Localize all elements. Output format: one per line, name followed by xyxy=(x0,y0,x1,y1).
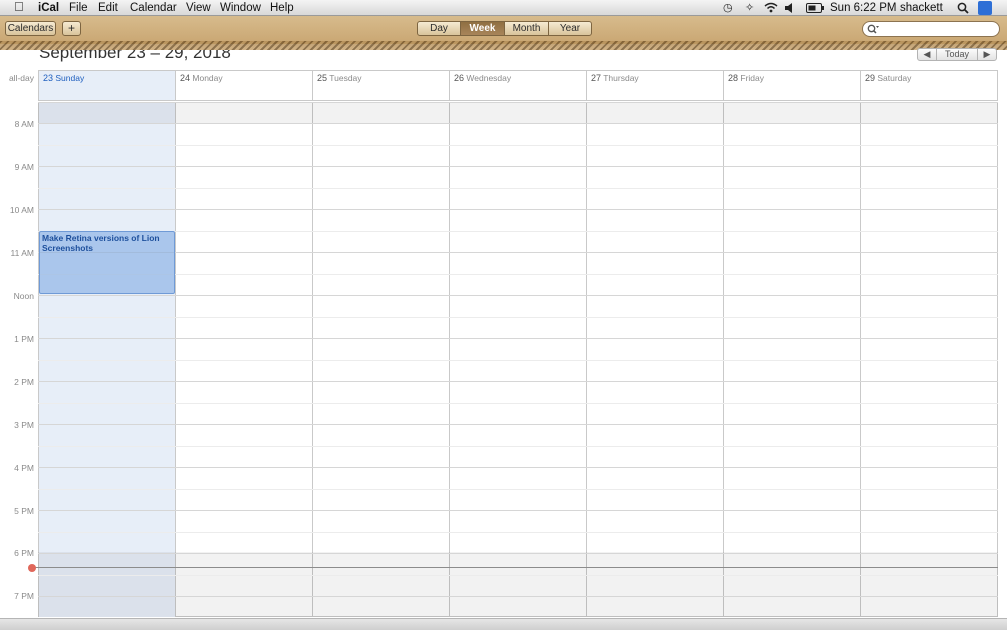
hour-line xyxy=(38,166,998,167)
spotlight-icon[interactable] xyxy=(957,2,969,14)
bluetooth-icon[interactable]: ✧ xyxy=(745,1,754,15)
half-hour-line xyxy=(38,274,998,275)
time-label-2pm: 2 PM xyxy=(14,377,34,387)
hour-line xyxy=(38,338,998,339)
hour-line xyxy=(38,467,998,468)
time-label-5pm: 5 PM xyxy=(14,506,34,516)
add-event-button[interactable]: + xyxy=(62,21,81,36)
hour-line xyxy=(38,553,998,554)
half-hour-line xyxy=(38,231,998,232)
off-hours-morning xyxy=(38,102,998,123)
calendars-button[interactable]: Calendars xyxy=(5,21,56,36)
day-name: Wednesday xyxy=(466,73,512,83)
time-machine-icon[interactable]: ◷ xyxy=(723,1,733,15)
hour-line xyxy=(38,102,998,103)
view-month-button[interactable]: Month xyxy=(504,21,549,36)
hour-line xyxy=(38,596,998,597)
menu-window[interactable]: Window xyxy=(220,1,261,15)
toolbar-stitching xyxy=(0,41,1007,50)
hour-line xyxy=(38,252,998,253)
view-day-button[interactable]: Day xyxy=(417,21,461,36)
time-label-noon: Noon xyxy=(13,291,34,301)
day-number: 26 xyxy=(454,73,465,83)
half-hour-line xyxy=(38,317,998,318)
time-label-1pm: 1 PM xyxy=(14,334,34,344)
half-hour-line xyxy=(38,145,998,146)
half-hour-line xyxy=(38,446,998,447)
hour-line xyxy=(38,424,998,425)
hour-line xyxy=(38,295,998,296)
view-switcher: Day Week Month Year xyxy=(417,21,592,36)
day-header-wednesday[interactable]: 26 Wednesday xyxy=(449,70,587,101)
day-number: 23 xyxy=(43,73,54,83)
day-header-saturday[interactable]: 29 Saturday xyxy=(860,70,998,101)
time-label-6pm: 6 PM xyxy=(14,548,34,558)
day-number: 27 xyxy=(591,73,602,83)
menu-user[interactable]: shackett xyxy=(900,1,943,15)
time-label-8am: 8 AM xyxy=(14,119,34,129)
day-name: Saturday xyxy=(877,73,912,83)
day-number: 29 xyxy=(865,73,876,83)
current-time-line xyxy=(33,567,998,568)
menu-app-name[interactable]: iCal xyxy=(38,1,59,15)
apple-menu-icon[interactable]:  xyxy=(14,0,24,14)
week-grid[interactable] xyxy=(38,102,998,617)
day-name: Monday xyxy=(192,73,223,83)
search-input[interactable] xyxy=(862,21,1000,37)
time-label-11am: 11 AM xyxy=(10,248,34,258)
hour-line xyxy=(38,510,998,511)
half-hour-line xyxy=(38,489,998,490)
hour-line xyxy=(38,209,998,210)
day-name: Tuesday xyxy=(329,73,362,83)
time-label-9am: 9 AM xyxy=(14,162,34,172)
volume-icon[interactable] xyxy=(785,3,794,13)
calendar-event[interactable]: Make Retina versions of Lion Screenshots xyxy=(39,231,175,294)
day-header-monday[interactable]: 24 Monday xyxy=(175,70,313,101)
day-header-sunday[interactable]: 23 Sunday xyxy=(38,70,176,101)
menu-bar:  iCal File Edit Calendar View Window He… xyxy=(0,0,1007,16)
time-label-4pm: 4 PM xyxy=(14,463,34,473)
today-button[interactable]: Today xyxy=(936,48,978,61)
next-week-button[interactable]: ▶ xyxy=(977,48,997,61)
day-name: Friday xyxy=(740,73,765,83)
menu-edit[interactable]: Edit xyxy=(98,1,118,15)
day-name: Thursday xyxy=(603,73,639,83)
half-hour-line xyxy=(38,575,998,576)
view-year-button[interactable]: Year xyxy=(548,21,592,36)
menu-calendar[interactable]: Calendar xyxy=(130,1,177,15)
day-header-thursday[interactable]: 27 Thursday xyxy=(586,70,724,101)
hour-line xyxy=(38,123,998,124)
menu-file[interactable]: File xyxy=(69,1,88,15)
event-title: Make Retina versions of Lion Screenshots xyxy=(42,233,160,253)
battery-icon[interactable] xyxy=(806,3,824,13)
allday-label: all-day xyxy=(8,73,34,83)
bottom-bar xyxy=(0,618,1007,630)
day-number: 28 xyxy=(728,73,739,83)
day-number: 25 xyxy=(317,73,328,83)
half-hour-line xyxy=(38,532,998,533)
half-hour-line xyxy=(38,360,998,361)
day-number: 24 xyxy=(180,73,191,83)
menu-view[interactable]: View xyxy=(186,1,211,15)
time-label-7pm: 7 PM xyxy=(14,591,34,601)
half-hour-line xyxy=(38,188,998,189)
date-navigation: ◀ Today ▶ xyxy=(917,48,997,61)
wifi-icon[interactable] xyxy=(764,2,778,13)
current-time-dot xyxy=(28,564,36,572)
menu-clock[interactable]: Sun 6:22 PM xyxy=(830,1,896,15)
view-week-button[interactable]: Week xyxy=(460,21,505,36)
hour-line xyxy=(38,381,998,382)
notification-icon[interactable] xyxy=(978,1,992,15)
off-hours-evening xyxy=(38,552,998,617)
time-label-10am: 10 AM xyxy=(9,205,34,215)
time-label-3pm: 3 PM xyxy=(14,420,34,430)
day-header-friday[interactable]: 28 Friday xyxy=(723,70,861,101)
day-name: Sunday xyxy=(55,73,85,83)
previous-week-button[interactable]: ◀ xyxy=(917,48,937,61)
half-hour-line xyxy=(38,403,998,404)
search-icon xyxy=(867,24,879,34)
day-header-tuesday[interactable]: 25 Tuesday xyxy=(312,70,450,101)
menu-help[interactable]: Help xyxy=(270,1,294,15)
